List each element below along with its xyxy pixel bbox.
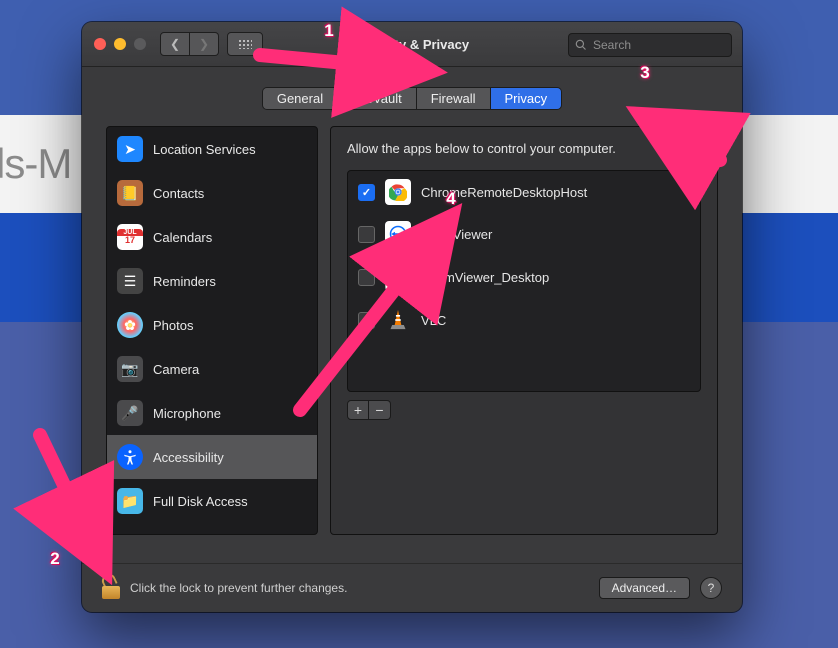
folder-icon: 📁 bbox=[117, 488, 143, 514]
help-button[interactable]: ? bbox=[700, 577, 722, 599]
chrome-icon bbox=[385, 179, 411, 205]
preferences-window: ❮ ❯ Security & Privacy Search General Fi… bbox=[82, 22, 742, 612]
search-icon bbox=[575, 39, 587, 51]
search-placeholder: Search bbox=[593, 38, 631, 52]
app-name: TeamViewer_Desktop bbox=[423, 270, 549, 285]
sidebar-item-camera[interactable]: 📷 Camera bbox=[107, 347, 317, 391]
sidebar-item-label: Contacts bbox=[153, 186, 204, 201]
tab-filevault[interactable]: FileVault bbox=[338, 88, 417, 109]
microphone-icon: 🎤 bbox=[117, 400, 143, 426]
sidebar-item-label: Accessibility bbox=[153, 450, 224, 465]
sidebar-item-reminders[interactable]: ☰ Reminders bbox=[107, 259, 317, 303]
privacy-sidebar[interactable]: ➤ Location Services 📒 Contacts JUL17 Cal… bbox=[106, 126, 318, 535]
contacts-icon: 📒 bbox=[117, 180, 143, 206]
checkbox-teamviewer-desktop[interactable] bbox=[358, 269, 375, 286]
tab-bar: General FileVault Firewall Privacy bbox=[82, 87, 742, 110]
sidebar-item-microphone[interactable]: 🎤 Microphone bbox=[107, 391, 317, 435]
sidebar-item-photos[interactable]: ✿ Photos bbox=[107, 303, 317, 347]
accessibility-icon bbox=[117, 444, 143, 470]
remove-button[interactable]: − bbox=[369, 400, 391, 420]
sidebar-item-accessibility[interactable]: Accessibility bbox=[107, 435, 317, 479]
minimize-icon[interactable] bbox=[114, 38, 126, 50]
lock-text: Click the lock to prevent further change… bbox=[130, 581, 589, 595]
zoom-icon[interactable] bbox=[134, 38, 146, 50]
close-icon[interactable] bbox=[94, 38, 106, 50]
lock-icon[interactable] bbox=[102, 577, 120, 599]
forward-button[interactable]: ❯ bbox=[190, 32, 219, 56]
sidebar-item-label: Microphone bbox=[153, 406, 221, 421]
sidebar-item-label: Calendars bbox=[153, 230, 212, 245]
teamviewer-icon bbox=[385, 221, 411, 247]
tab-firewall[interactable]: Firewall bbox=[417, 88, 491, 109]
checkbox-vlc[interactable] bbox=[358, 312, 375, 329]
tab-privacy[interactable]: Privacy bbox=[491, 88, 562, 109]
footer: Click the lock to prevent further change… bbox=[82, 563, 742, 612]
checkbox-chromeremotedesktophost[interactable] bbox=[358, 184, 375, 201]
sidebar-item-full-disk-access[interactable]: 📁 Full Disk Access bbox=[107, 479, 317, 523]
annotation-number-1: 1 bbox=[316, 18, 342, 44]
calendar-icon: JUL17 bbox=[117, 224, 143, 250]
sidebar-item-label: Location Services bbox=[153, 142, 256, 157]
show-all-button[interactable] bbox=[227, 32, 263, 56]
detail-heading: Allow the apps below to control your com… bbox=[347, 141, 701, 156]
sidebar-item-contacts[interactable]: 📒 Contacts bbox=[107, 171, 317, 215]
app-name: VLC bbox=[421, 313, 446, 328]
app-row-chromeremotedesktophost[interactable]: ChromeRemoteDesktopHost bbox=[348, 171, 700, 213]
add-remove-buttons: + − bbox=[347, 400, 701, 420]
bg-partial-text: ls-M bbox=[0, 140, 71, 188]
location-icon: ➤ bbox=[117, 136, 143, 162]
search-input[interactable]: Search bbox=[568, 33, 732, 57]
app-name: TeamViewer bbox=[421, 227, 492, 242]
detail-pane: Allow the apps below to control your com… bbox=[330, 126, 718, 535]
document-icon bbox=[385, 263, 413, 291]
camera-icon: 📷 bbox=[117, 356, 143, 382]
back-button[interactable]: ❮ bbox=[160, 32, 190, 56]
app-row-teamviewer-desktop[interactable]: TeamViewer_Desktop bbox=[348, 255, 700, 299]
app-row-teamviewer[interactable]: TeamViewer bbox=[348, 213, 700, 255]
annotation-number-4: 4 bbox=[438, 186, 464, 212]
sidebar-item-label: Full Disk Access bbox=[153, 494, 248, 509]
add-button[interactable]: + bbox=[347, 400, 369, 420]
sidebar-item-label: Reminders bbox=[153, 274, 216, 289]
sidebar-item-calendars[interactable]: JUL17 Calendars bbox=[107, 215, 317, 259]
tab-general[interactable]: General bbox=[263, 88, 338, 109]
reminders-icon: ☰ bbox=[117, 268, 143, 294]
app-row-vlc[interactable]: VLC bbox=[348, 299, 700, 341]
annotation-number-3: 3 bbox=[632, 60, 658, 86]
sidebar-item-label: Photos bbox=[153, 318, 193, 333]
photos-icon: ✿ bbox=[117, 312, 143, 338]
app-list[interactable]: ChromeRemoteDesktopHost TeamViewer TeamV… bbox=[347, 170, 701, 392]
annotation-number-2: 2 bbox=[42, 546, 68, 572]
advanced-button[interactable]: Advanced… bbox=[599, 577, 690, 599]
sidebar-item-location-services[interactable]: ➤ Location Services bbox=[107, 127, 317, 171]
sidebar-item-label: Camera bbox=[153, 362, 199, 377]
vlc-icon bbox=[385, 307, 411, 333]
checkbox-teamviewer[interactable] bbox=[358, 226, 375, 243]
